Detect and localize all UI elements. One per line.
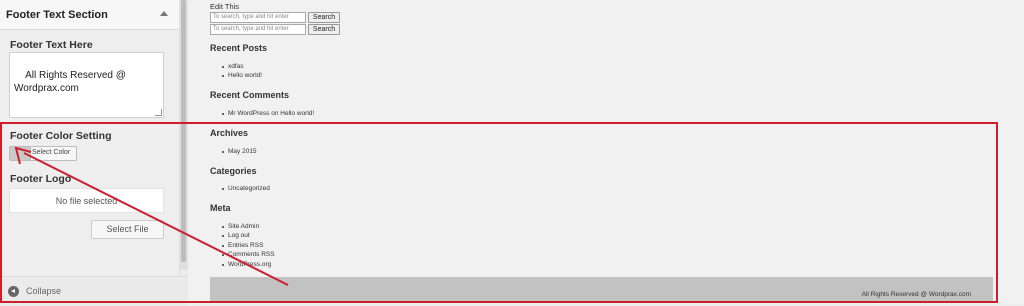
widget-title-categories: Categories <box>210 166 257 176</box>
select-file-button[interactable]: Select File <box>91 220 164 239</box>
list-item[interactable]: Comments RSS <box>222 251 275 258</box>
widget-title-recent-comments: Recent Comments <box>210 90 290 100</box>
list-item[interactable]: xdfas <box>222 63 244 70</box>
list-item[interactable]: Hello world! <box>222 72 262 79</box>
list-item[interactable]: Site Admin <box>221 223 259 230</box>
panel-scrollbar-thumb[interactable] <box>181 0 186 262</box>
site-preview <box>188 0 1024 305</box>
footer-text-field[interactable]: All Rights Reserved @ Wordprax.com <box>9 52 164 118</box>
section-title: Footer Text Section <box>6 9 108 21</box>
search-input[interactable]: To search, type and hit enter <box>210 12 306 23</box>
color-swatch <box>10 147 31 160</box>
footer-logo-label: Footer Logo <box>10 173 72 185</box>
widget-title-archives: Archives <box>210 128 249 138</box>
list-item[interactable]: May 2015 <box>222 148 257 155</box>
caret-up-icon[interactable] <box>160 11 168 16</box>
widget-title-recent-posts: Recent Posts <box>210 43 268 53</box>
footer-text-value: All Rights Reserved @ Wordprax.com <box>14 70 129 94</box>
footer-copyright-text: All Rights Reserved @ Wordprax.com <box>861 291 971 298</box>
select-color-label: Select Color <box>32 149 71 156</box>
edit-this-link[interactable]: Edit This <box>210 2 239 11</box>
customizer-panel: Footer Text Section Footer Text Here All… <box>0 0 180 305</box>
list-item[interactable]: Uncategorized <box>222 185 270 192</box>
list-item[interactable]: WordPress.org <box>221 261 271 268</box>
footer-text-label: Footer Text Here <box>10 39 93 51</box>
select-color-button[interactable]: Select Color <box>9 146 77 161</box>
logo-preview-box: No file selected <box>9 188 164 213</box>
site-footer: All Rights Reserved @ Wordprax.com <box>210 277 993 301</box>
search-button[interactable]: Search <box>308 12 340 23</box>
search-button[interactable]: Search <box>308 24 340 35</box>
widget-title-meta: Meta <box>210 203 231 213</box>
color-setting-label: Footer Color Setting <box>10 130 112 142</box>
list-item[interactable]: Log out <box>222 232 250 239</box>
section-header[interactable]: Footer Text Section <box>0 0 179 30</box>
collapse-arrow-icon[interactable] <box>8 286 19 297</box>
resize-grip-icon[interactable] <box>155 109 162 116</box>
collapse-bar[interactable]: Collapse <box>0 276 188 306</box>
collapse-label[interactable]: Collapse <box>26 286 61 296</box>
list-item[interactable]: Mr WordPress on Hello world! <box>221 110 314 117</box>
no-file-text: No file selected <box>55 196 118 206</box>
search-input[interactable]: To search, type and hit enter <box>210 24 306 35</box>
list-item[interactable]: Entries RSS <box>221 242 263 249</box>
